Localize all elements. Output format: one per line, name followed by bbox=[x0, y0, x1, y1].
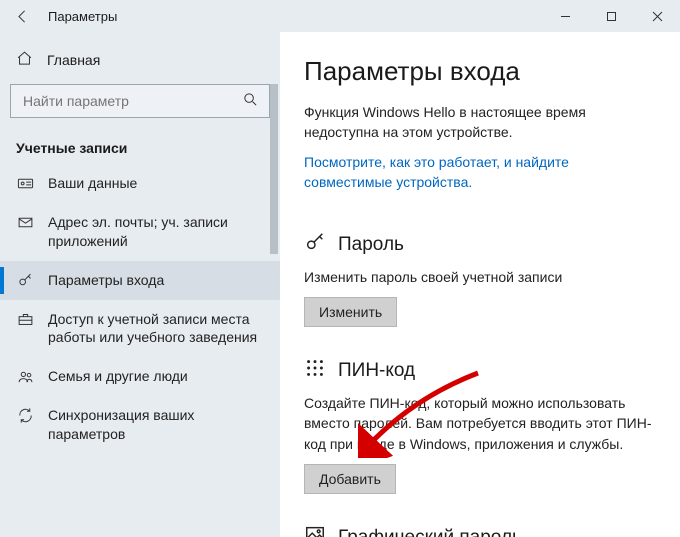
sidebar-item-sync[interactable]: Синхронизация ваших параметров bbox=[0, 396, 280, 454]
sidebar-item-email[interactable]: Адрес эл. почты; уч. записи приложений bbox=[0, 203, 280, 261]
picture-password-heading: Графический пароль bbox=[338, 527, 522, 537]
window-title: Параметры bbox=[44, 9, 117, 24]
page-title: Параметры входа bbox=[304, 56, 654, 87]
search-icon bbox=[242, 91, 259, 111]
sidebar-scrollbar[interactable] bbox=[270, 32, 278, 537]
maximize-icon bbox=[606, 11, 617, 22]
change-password-button[interactable]: Изменить bbox=[304, 297, 397, 327]
sidebar-item-label: Синхронизация ваших параметров bbox=[48, 406, 266, 444]
password-heading: Пароль bbox=[338, 234, 404, 256]
password-section-header: Пароль bbox=[304, 231, 654, 259]
home-label: Главная bbox=[47, 52, 100, 68]
briefcase-icon bbox=[16, 311, 34, 328]
back-button[interactable] bbox=[0, 0, 44, 32]
sync-icon bbox=[16, 407, 34, 424]
search-box[interactable] bbox=[10, 84, 270, 118]
home-icon bbox=[16, 50, 33, 70]
close-button[interactable] bbox=[634, 0, 680, 32]
sidebar-item-label: Адрес эл. почты; уч. записи приложений bbox=[48, 213, 266, 251]
pin-section-header: ПИН-код bbox=[304, 357, 654, 385]
hello-link[interactable]: Посмотрите, как это работает, и найдите … bbox=[304, 152, 654, 193]
key-icon bbox=[16, 272, 34, 289]
close-icon bbox=[652, 11, 663, 22]
sidebar-item-label: Доступ к учетной записи места работы или… bbox=[48, 310, 266, 348]
content-area: Параметры входа Функция Windows Hello в … bbox=[280, 32, 680, 537]
sidebar-item-signin-options[interactable]: Параметры входа bbox=[0, 261, 280, 300]
sidebar-item-your-info[interactable]: Ваши данные bbox=[0, 164, 280, 203]
add-pin-button[interactable]: Добавить bbox=[304, 464, 396, 494]
scrollbar-thumb[interactable] bbox=[270, 84, 278, 254]
titlebar: Параметры bbox=[0, 0, 680, 32]
mail-icon bbox=[16, 214, 34, 231]
minimize-icon bbox=[560, 11, 571, 22]
home-link[interactable]: Главная bbox=[0, 44, 280, 84]
sidebar-item-label: Семья и другие люди bbox=[48, 367, 266, 386]
sidebar-item-work-access[interactable]: Доступ к учетной записи места работы или… bbox=[0, 300, 280, 358]
sidebar: Главная Учетные записи Ваши данные Адрес… bbox=[0, 32, 280, 537]
password-description: Изменить пароль своей учетной записи bbox=[304, 267, 654, 287]
sidebar-item-label: Ваши данные bbox=[48, 174, 266, 193]
id-card-icon bbox=[16, 175, 34, 192]
pin-heading: ПИН-код bbox=[338, 360, 415, 382]
minimize-button[interactable] bbox=[542, 0, 588, 32]
maximize-button[interactable] bbox=[588, 0, 634, 32]
pin-keypad-icon bbox=[304, 357, 326, 385]
search-input[interactable] bbox=[21, 92, 242, 110]
arrow-left-icon bbox=[14, 8, 31, 25]
people-icon bbox=[16, 368, 34, 385]
picture-password-section-header: Графический пароль bbox=[304, 524, 654, 537]
hello-description: Функция Windows Hello в настоящее время … bbox=[304, 103, 654, 142]
key-icon bbox=[304, 231, 326, 259]
sidebar-section-label: Учетные записи bbox=[0, 134, 280, 164]
picture-icon bbox=[304, 524, 326, 537]
sidebar-item-label: Параметры входа bbox=[48, 271, 266, 290]
sidebar-item-family[interactable]: Семья и другие люди bbox=[0, 357, 280, 396]
pin-description: Создайте ПИН-код, который можно использо… bbox=[304, 393, 654, 454]
